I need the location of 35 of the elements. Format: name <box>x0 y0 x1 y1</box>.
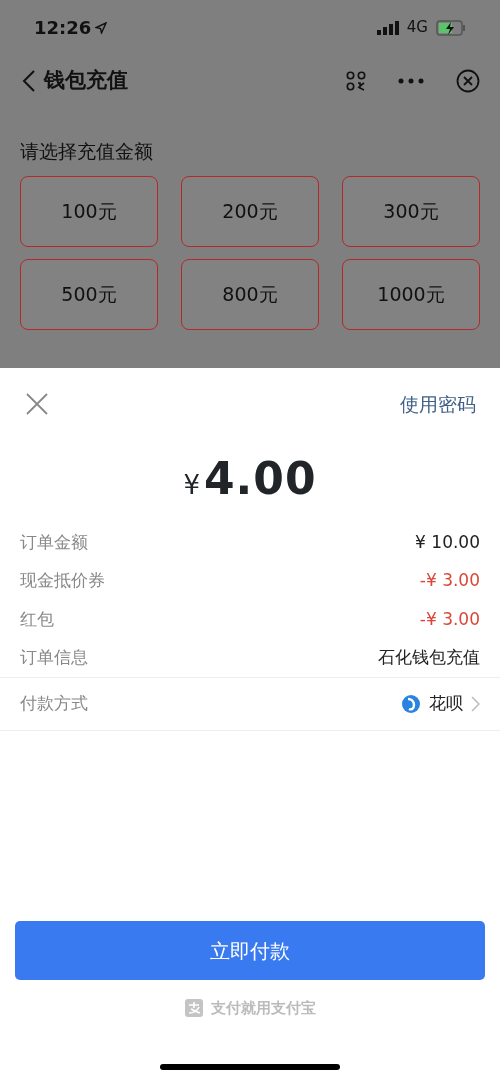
amount-option[interactable]: 500元 <box>20 258 158 330</box>
huabei-logo-icon <box>401 694 421 714</box>
detail-label: 订单金额 <box>20 530 88 554</box>
status-time: 12:26 <box>34 16 92 40</box>
detail-value: 石化钱包充值 <box>378 646 480 669</box>
payment-method-label: 付款方式 <box>20 692 88 716</box>
amount-option[interactable]: 800元 <box>181 258 319 330</box>
location-arrow-icon <box>95 21 108 34</box>
currency-symbol: ¥ <box>183 469 200 502</box>
discount-value: -¥ 3.00 <box>419 569 480 592</box>
amount-option[interactable]: 1000元 <box>342 258 480 330</box>
payment-method-value[interactable]: 花呗 <box>429 691 463 717</box>
signal-icon <box>376 20 399 35</box>
payment-amount: 4.00 <box>204 452 317 506</box>
scan-icon[interactable] <box>346 71 366 91</box>
pay-now-button[interactable]: 立即付款 <box>15 921 485 980</box>
close-icon[interactable] <box>26 393 48 415</box>
discount-value: -¥ 3.00 <box>419 607 480 631</box>
detail-label: 红包 <box>20 607 54 631</box>
battery-charging-icon <box>436 19 466 36</box>
amount-option[interactable]: 300元 <box>342 175 480 247</box>
amount-option[interactable]: 100元 <box>20 175 158 247</box>
amount-option[interactable]: 200元 <box>181 175 319 247</box>
network-label: 4G <box>406 17 428 39</box>
more-icon[interactable] <box>398 78 424 84</box>
close-icon[interactable] <box>456 69 480 93</box>
detail-label: 订单信息 <box>20 646 88 669</box>
detail-label: 现金抵价券 <box>20 569 105 592</box>
use-password-link[interactable]: 使用密码 <box>400 389 476 419</box>
detail-value: ¥ 10.00 <box>415 530 480 554</box>
back-icon[interactable] <box>22 69 36 93</box>
section-title: 请选择充值金额 <box>19 139 154 164</box>
page-title: 钱包充值 <box>44 67 128 95</box>
alipay-logo-icon <box>184 999 203 1017</box>
alipay-slogan: 支付就用支付宝 <box>210 997 316 1019</box>
